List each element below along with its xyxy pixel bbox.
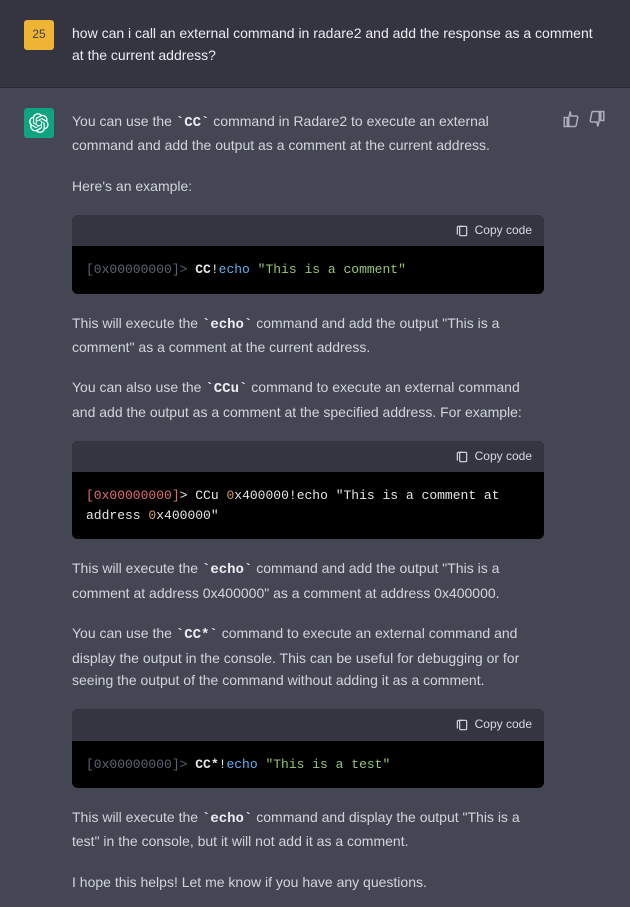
- clipboard-icon: [455, 224, 469, 238]
- answer-paragraph: I hope this helps! Let me know if you ha…: [72, 871, 544, 893]
- inline-code: `CCu`: [205, 381, 247, 397]
- code-block: Copy code [0x00000000]> CC!echo "This is…: [72, 215, 544, 294]
- answer-paragraph: You can use the `CC` command in Radare2 …: [72, 110, 544, 157]
- answer-paragraph: This will execute the `echo` command and…: [72, 312, 544, 359]
- assistant-message-row: You can use the `CC` command in Radare2 …: [0, 88, 630, 907]
- code-toolbar: Copy code: [72, 709, 544, 740]
- inline-code: `CC*`: [176, 627, 218, 643]
- assistant-response: You can use the `CC` command in Radare2 …: [72, 108, 544, 893]
- inline-code: `echo`: [202, 811, 252, 827]
- clipboard-icon: [455, 718, 469, 732]
- inline-code: `echo`: [202, 562, 252, 578]
- code-content: [0x00000000]> CC!echo "This is a comment…: [72, 246, 544, 294]
- code-block: Copy code [0x00000000]> CCu 0x400000!ech…: [72, 441, 544, 539]
- user-avatar: 25: [24, 20, 54, 50]
- copy-code-button[interactable]: Copy code: [475, 715, 532, 734]
- code-toolbar: Copy code: [72, 441, 544, 472]
- clipboard-icon: [455, 450, 469, 464]
- code-content: [0x00000000]> CC*!echo "This is a test": [72, 741, 544, 789]
- copy-code-button[interactable]: Copy code: [475, 447, 532, 466]
- inline-code: `echo`: [202, 317, 252, 333]
- answer-paragraph: This will execute the `echo` command and…: [72, 806, 544, 853]
- inline-code: `CC`: [176, 115, 210, 131]
- code-content: [0x00000000]> CCu 0x400000!echo "This is…: [72, 472, 544, 539]
- answer-paragraph: You can also use the `CCu` command to ex…: [72, 376, 544, 423]
- answer-paragraph: You can use the `CC*` command to execute…: [72, 622, 544, 691]
- answer-paragraph: Here's an example:: [72, 175, 544, 197]
- answer-paragraph: This will execute the `echo` command and…: [72, 557, 544, 604]
- copy-code-button[interactable]: Copy code: [475, 221, 532, 240]
- thumbs-up-icon[interactable]: [562, 110, 580, 128]
- user-message-row: 25 how can i call an external command in…: [0, 0, 630, 88]
- code-block: Copy code [0x00000000]> CC*!echo "This i…: [72, 709, 544, 788]
- feedback-actions: [562, 108, 606, 893]
- assistant-avatar: [24, 108, 54, 138]
- thumbs-down-icon[interactable]: [588, 110, 606, 128]
- code-toolbar: Copy code: [72, 215, 544, 246]
- user-question: how can i call an external command in ra…: [72, 20, 606, 67]
- openai-logo-icon: [29, 113, 49, 133]
